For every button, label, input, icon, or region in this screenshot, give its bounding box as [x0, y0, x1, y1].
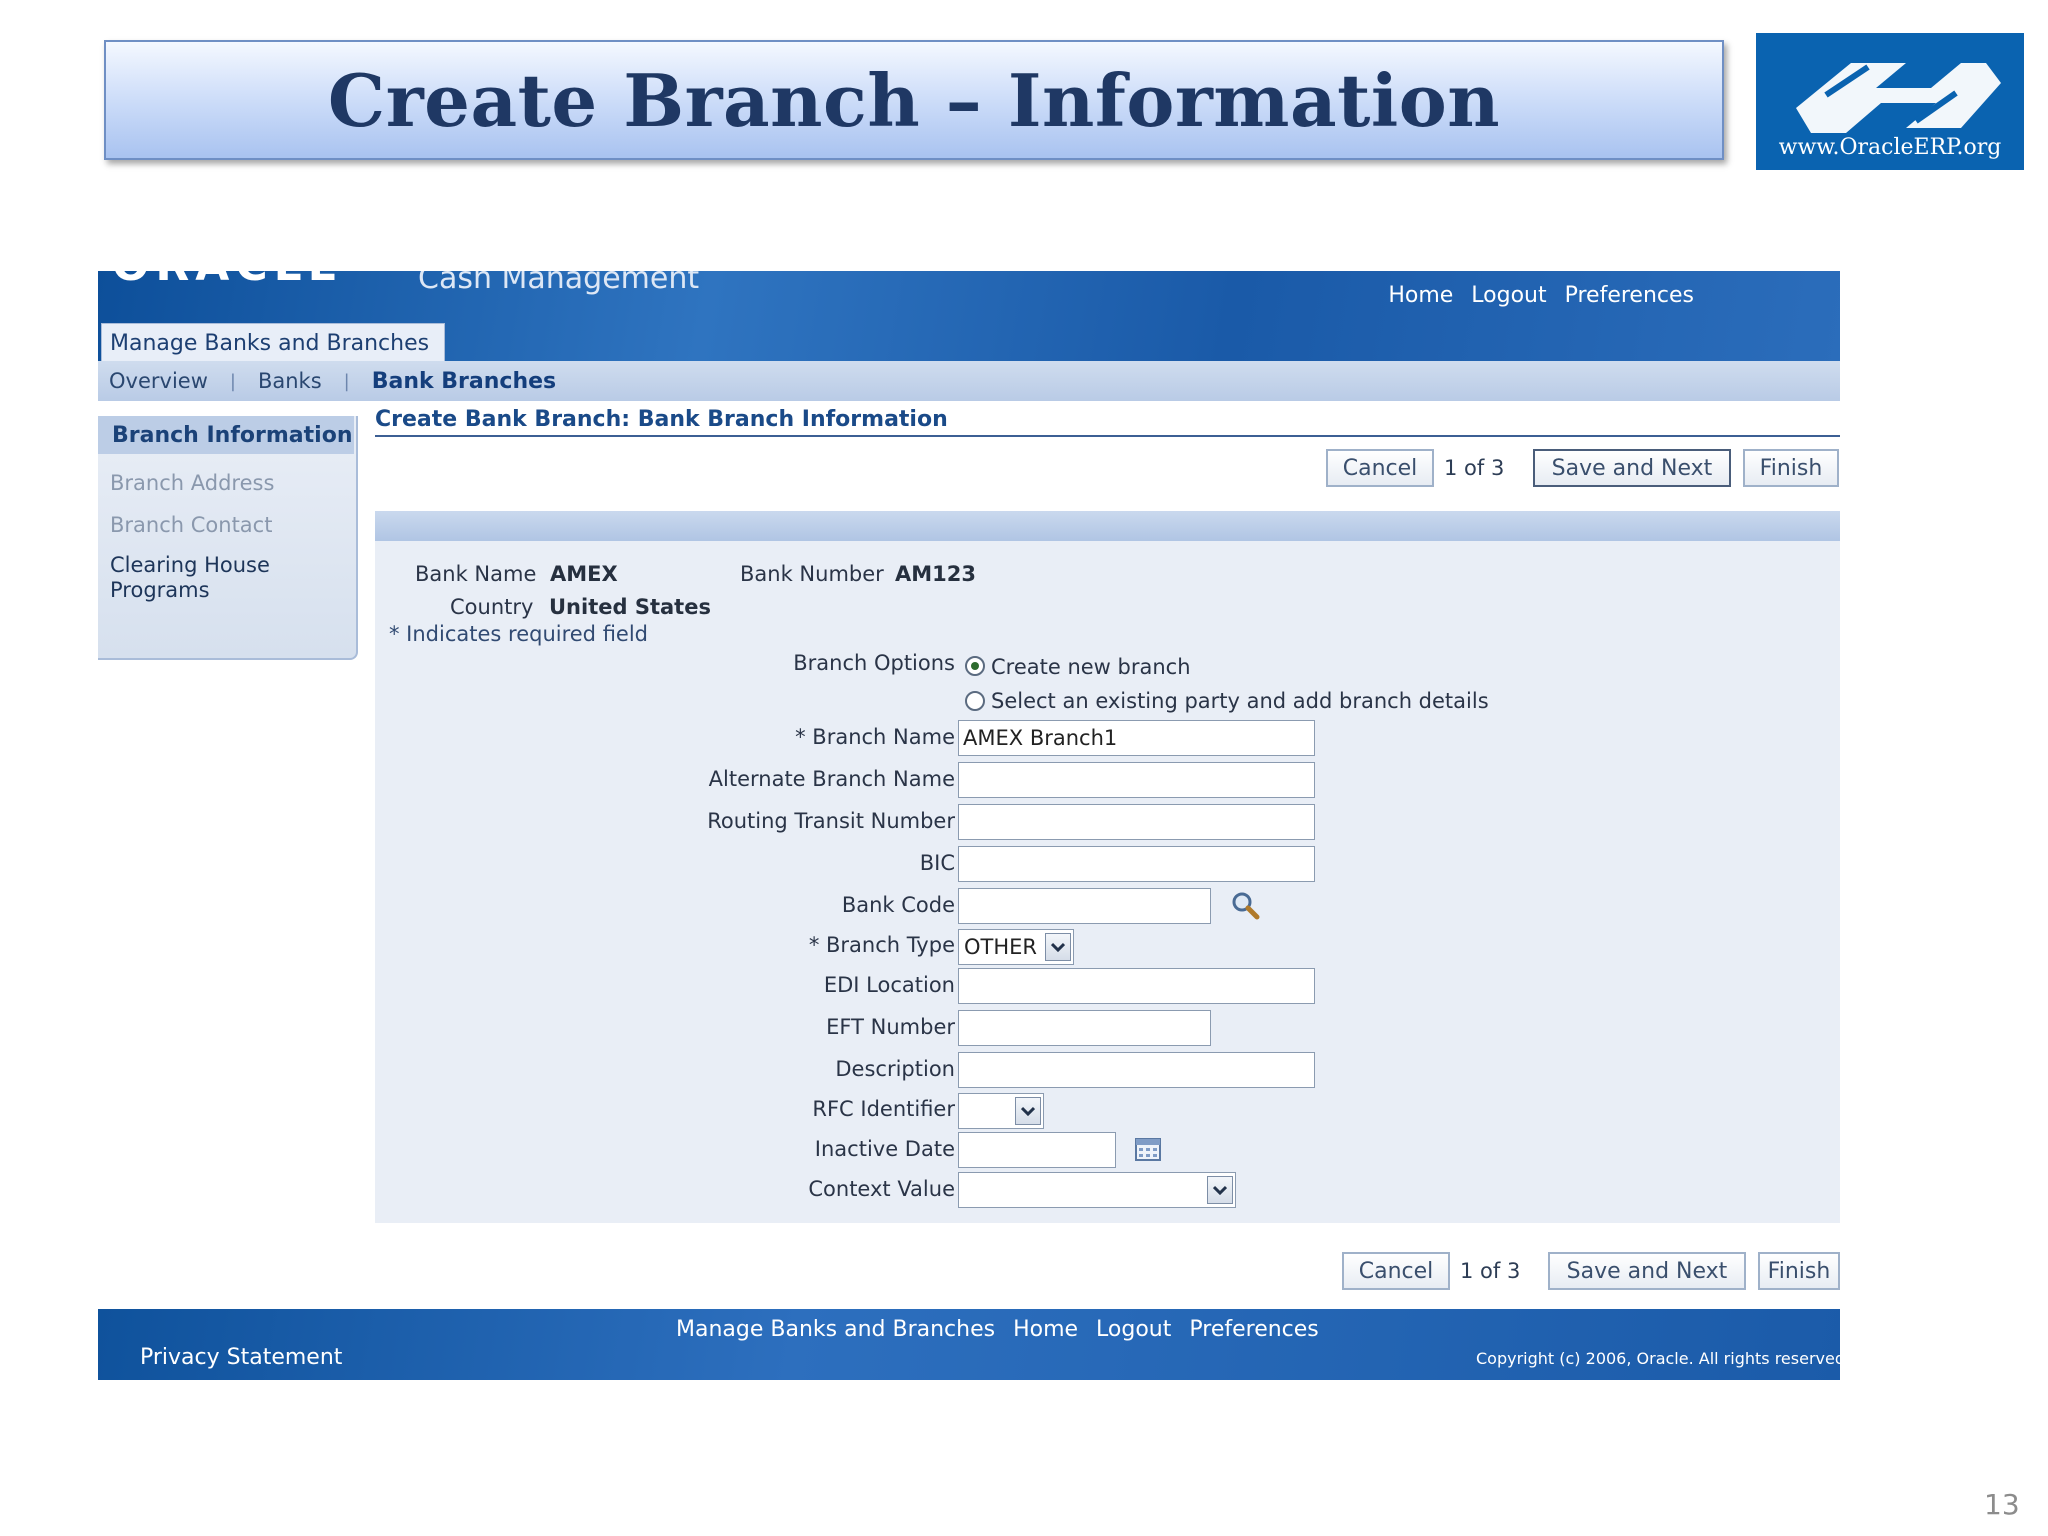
app-header: ORACLE Cash Management Home Logout Prefe…: [98, 271, 1840, 363]
eft-number-label: EFT Number: [826, 1015, 955, 1039]
oracle-app-window: ORACLE Cash Management Home Logout Prefe…: [98, 271, 1840, 1380]
calendar-icon[interactable]: [1135, 1136, 1161, 1162]
save-and-next-button-top[interactable]: Save and Next: [1533, 449, 1731, 487]
subnav-overview[interactable]: Overview: [109, 369, 208, 393]
create-new-branch-radio[interactable]: [965, 656, 985, 676]
slide-number: 13: [1984, 1488, 2020, 1521]
subnav-separator: |: [343, 370, 350, 392]
create-new-branch-label: Create new branch: [991, 655, 1191, 679]
slide-title-banner: Create Branch – Information: [104, 40, 1724, 160]
branch-name-input[interactable]: AMEX Branch1: [958, 720, 1315, 756]
subnav-banks[interactable]: Banks: [258, 369, 322, 393]
step-count-bottom: 1 of 3: [1460, 1259, 1521, 1283]
eft-number-input[interactable]: [958, 1010, 1211, 1046]
privacy-statement-link[interactable]: Privacy Statement: [140, 1345, 342, 1370]
bank-code-input[interactable]: [958, 888, 1211, 924]
chevron-down-icon: [1045, 933, 1071, 961]
logo-text: www.OracleERP.org: [1778, 135, 2002, 160]
alternate-branch-name-label: Alternate Branch Name: [708, 767, 955, 791]
finish-button-bottom[interactable]: Finish: [1758, 1252, 1840, 1290]
slide-title: Create Branch – Information: [327, 57, 1501, 143]
edi-location-input[interactable]: [958, 968, 1315, 1004]
global-links: Home Logout Preferences: [1388, 283, 1694, 308]
footer-manage-banks-link[interactable]: Manage Banks and Branches: [676, 1317, 995, 1342]
bank-name-label: Bank Name: [415, 562, 537, 586]
tab-manage-banks[interactable]: Manage Banks and Branches: [101, 323, 445, 363]
train-step-clearing-house[interactable]: Clearing House Programs: [110, 553, 270, 603]
required-field-note: * Indicates required field: [389, 622, 649, 646]
save-and-next-button-bottom[interactable]: Save and Next: [1548, 1252, 1746, 1290]
routing-transit-number-input[interactable]: [958, 804, 1315, 840]
global-logout-link[interactable]: Logout: [1471, 283, 1546, 308]
chevron-down-icon: [1015, 1097, 1041, 1125]
product-name: Cash Management: [418, 271, 700, 296]
rfc-identifier-label: RFC Identifier: [812, 1097, 955, 1121]
description-input[interactable]: [958, 1052, 1315, 1088]
bank-code-label: Bank Code: [841, 893, 955, 917]
footer-preferences-link[interactable]: Preferences: [1189, 1317, 1318, 1342]
branch-form-panel: Bank Name AMEX Bank Number AM123 Country…: [375, 511, 1840, 1223]
train-step-clearing-house-line2: Programs: [110, 578, 210, 602]
search-icon[interactable]: [1230, 890, 1260, 920]
branch-type-value: OTHER: [964, 935, 1038, 959]
finish-button-top[interactable]: Finish: [1743, 449, 1839, 487]
footer-links: Manage Banks and Branches Home Logout Pr…: [676, 1317, 1319, 1342]
bank-name-value: AMEX: [550, 562, 618, 586]
bank-number-label: Bank Number: [740, 562, 884, 586]
page-title: Create Bank Branch: Bank Branch Informat…: [375, 407, 1840, 437]
copyright-text: Copyright (c) 2006, Oracle. All rights r…: [1476, 1349, 1840, 1368]
alternate-branch-name-input[interactable]: [958, 762, 1315, 798]
train-step-branch-address: Branch Address: [110, 471, 275, 495]
app-footer: Manage Banks and Branches Home Logout Pr…: [98, 1309, 1840, 1380]
global-preferences-link[interactable]: Preferences: [1565, 283, 1694, 308]
oracle-brand: ORACLE: [112, 271, 412, 288]
bic-label: BIC: [919, 851, 955, 875]
train-step-branch-contact: Branch Contact: [110, 513, 273, 537]
rfc-identifier-select[interactable]: [958, 1093, 1044, 1129]
subnav-bank-branches[interactable]: Bank Branches: [372, 369, 556, 394]
select-existing-party-radio[interactable]: [965, 691, 985, 711]
train-step-clearing-house-line1: Clearing House: [110, 553, 270, 577]
cancel-button-top[interactable]: Cancel: [1326, 449, 1434, 487]
branch-options-label: Branch Options: [793, 651, 955, 675]
inactive-date-input[interactable]: [958, 1132, 1116, 1168]
branch-name-label: * Branch Name: [795, 725, 955, 749]
country-label: Country: [450, 595, 534, 619]
bic-input[interactable]: [958, 846, 1315, 882]
subnav-separator: |: [229, 370, 236, 392]
branch-type-label: * Branch Type: [808, 933, 955, 957]
select-existing-party-label: Select an existing party and add branch …: [991, 689, 1489, 713]
context-value-select[interactable]: [958, 1172, 1236, 1208]
bank-number-value: AM123: [895, 562, 976, 586]
branch-type-select[interactable]: OTHER: [958, 929, 1074, 965]
routing-transit-number-label: Routing Transit Number: [707, 809, 955, 833]
chevron-down-icon: [1207, 1176, 1233, 1204]
step-count-top: 1 of 3: [1444, 456, 1505, 480]
global-home-link[interactable]: Home: [1388, 283, 1453, 308]
context-value-label: Context Value: [808, 1177, 955, 1201]
footer-home-link[interactable]: Home: [1013, 1317, 1078, 1342]
process-train: Branch Information Branch Address Branch…: [98, 416, 358, 660]
oracleerp-logo: www.OracleERP.org: [1756, 33, 2024, 170]
form-header-band: [375, 511, 1840, 541]
edi-location-label: EDI Location: [823, 973, 955, 997]
train-step-branch-information: Branch Information: [98, 416, 354, 454]
description-label: Description: [835, 1057, 955, 1081]
sub-navigation: Overview | Banks | Bank Branches: [98, 361, 1840, 401]
cancel-button-bottom[interactable]: Cancel: [1342, 1252, 1450, 1290]
country-value: United States: [549, 595, 711, 619]
footer-logout-link[interactable]: Logout: [1096, 1317, 1171, 1342]
inactive-date-label: Inactive Date: [814, 1137, 955, 1161]
